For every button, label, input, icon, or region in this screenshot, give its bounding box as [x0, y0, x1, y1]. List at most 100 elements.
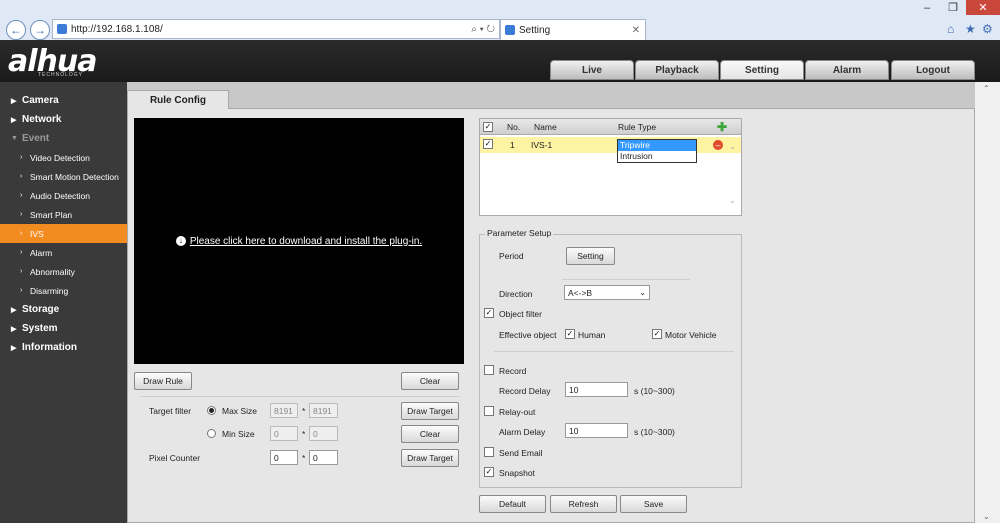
table-scroll-down-icon[interactable]: ⌄ [729, 196, 736, 205]
relay-out-checkbox[interactable] [484, 406, 494, 416]
default-button[interactable]: Default [479, 495, 546, 513]
chevron-right-icon: › [20, 230, 23, 237]
nav-live[interactable]: Live [550, 60, 634, 80]
sidebar: ▶ Camera ▶ Network ▼ Event › Video Detection… [0, 82, 127, 523]
sidebar-item-alarm[interactable]: › Alarm [0, 243, 127, 262]
direction-value: A<->B [568, 287, 593, 298]
motor-vehicle-label: Motor Vehicle [665, 330, 717, 340]
draw-rule-button[interactable]: Draw Rule [134, 372, 192, 390]
tab-rule-config[interactable]: Rule Config [127, 90, 229, 109]
period-label: Period [499, 251, 524, 261]
col-rule-type: Rule Type [618, 122, 657, 132]
sidebar-item-information[interactable]: ▶ Information [0, 338, 127, 357]
nav-alarm[interactable]: Alarm [805, 60, 889, 80]
chevron-right-icon: › [20, 249, 23, 256]
forward-button[interactable]: → [30, 20, 50, 40]
scroll-down-icon[interactable]: ⌄ [983, 512, 990, 521]
max-size-radio[interactable] [207, 406, 216, 415]
draw-target-button[interactable]: Draw Target [401, 402, 459, 420]
chevron-right-icon: › [20, 268, 23, 275]
option-tripwire[interactable]: Tripwire [618, 140, 696, 151]
browser-tab[interactable]: Setting ✕ [500, 19, 646, 40]
relay-out-label: Relay-out [499, 407, 536, 417]
chevron-right-icon: › [20, 211, 23, 218]
delete-rule-icon[interactable]: – [713, 140, 723, 150]
motor-vehicle-checkbox[interactable]: ✓ [652, 329, 662, 339]
send-email-checkbox[interactable] [484, 447, 494, 457]
table-scroll-up-icon[interactable]: ⌃ [729, 146, 736, 155]
send-email-label: Send Email [499, 448, 543, 458]
tools-icon[interactable]: ⚙ [982, 22, 993, 36]
period-setting-button[interactable]: Setting [566, 247, 615, 265]
tab-close-icon[interactable]: ✕ [632, 25, 640, 36]
page-scrollbar[interactable]: ⌃ ⌄ [975, 82, 1000, 523]
select-all-checkbox[interactable]: ✓ [483, 122, 493, 132]
nav-logout[interactable]: Logout [891, 60, 975, 80]
table-row[interactable]: ✓ 1 IVS-1 – [480, 137, 741, 153]
record-delay-range: s (10~300) [634, 386, 675, 396]
option-intrusion[interactable]: Intrusion [618, 151, 696, 162]
row-checkbox[interactable]: ✓ [483, 139, 493, 149]
direction-select[interactable]: A<->B ⌄ [564, 285, 650, 300]
close-window-button[interactable]: ✕ [966, 0, 1000, 15]
alarm-delay-input[interactable]: 10 [565, 423, 628, 438]
home-icon[interactable]: ⌂ [947, 22, 954, 36]
address-url: http://192.168.1.108/ [71, 23, 163, 35]
sidebar-item-camera[interactable]: ▶ Camera [0, 91, 127, 110]
sidebar-item-system[interactable]: ▶ System [0, 319, 127, 338]
divider [494, 351, 734, 352]
row-no: 1 [510, 140, 515, 150]
chevron-right-icon: › [20, 154, 23, 161]
pixel-width-input[interactable]: 0 [270, 450, 298, 465]
scroll-up-icon[interactable]: ⌃ [983, 84, 990, 93]
pixel-height-input[interactable]: 0 [309, 450, 338, 465]
max-height-input[interactable]: 8191 [309, 403, 338, 418]
restore-button[interactable]: ❐ [940, 0, 966, 15]
refresh-button[interactable]: Refresh [550, 495, 617, 513]
back-button[interactable]: ← [6, 20, 26, 40]
favorites-icon[interactable]: ★ [965, 22, 976, 36]
rule-type-dropdown[interactable]: Tripwire Intrusion [617, 139, 697, 163]
back-arrow-icon: ← [10, 23, 22, 37]
record-delay-input[interactable]: 10 [565, 382, 628, 397]
nav-playback[interactable]: Playback [635, 60, 719, 80]
draw-target-button-2[interactable]: Draw Target [401, 449, 459, 467]
min-width-input[interactable]: 0 [270, 426, 298, 441]
sidebar-item-audio-detection[interactable]: › Audio Detection [0, 186, 127, 205]
sidebar-item-video-detection[interactable]: › Video Detection [0, 148, 127, 167]
sidebar-item-network[interactable]: ▶ Network [0, 110, 127, 129]
min-height-input[interactable]: 0 [309, 426, 338, 441]
clear-rule-button[interactable]: Clear [401, 372, 459, 390]
sidebar-item-event[interactable]: ▼ Event [0, 129, 127, 148]
caret-right-icon: ▶ [11, 325, 17, 333]
max-size-label: Max Size [222, 406, 257, 416]
sidebar-item-smart-motion[interactable]: › Smart Motion Detection [0, 167, 127, 186]
object-filter-checkbox[interactable]: ✓ [484, 308, 494, 318]
minimize-button[interactable]: – [914, 0, 940, 15]
sidebar-item-ivs[interactable]: › IVS [0, 224, 127, 243]
max-width-input[interactable]: 8191 [270, 403, 298, 418]
col-no: No. [507, 122, 521, 132]
parameter-setup-legend: Parameter Setup [485, 228, 554, 238]
clear-target-button[interactable]: Clear [401, 425, 459, 443]
snapshot-checkbox[interactable]: ✓ [484, 467, 494, 477]
plugin-download-link[interactable]: ↓ Please click here to download and inst… [175, 236, 422, 247]
caret-right-icon: ▶ [11, 306, 17, 314]
address-bar[interactable]: http://192.168.1.108/ ⌕ ▾ ↻ [52, 19, 500, 39]
record-checkbox[interactable] [484, 365, 494, 375]
min-size-radio[interactable] [207, 429, 216, 438]
record-delay-label: Record Delay [499, 386, 551, 396]
save-button[interactable]: Save [620, 495, 687, 513]
tab-favicon [505, 25, 515, 35]
target-filter-label: Target filter [149, 406, 192, 416]
sidebar-item-abnormality[interactable]: › Abnormality [0, 262, 127, 281]
add-rule-icon[interactable]: ✚ [717, 120, 727, 134]
human-checkbox[interactable]: ✓ [565, 329, 575, 339]
nav-setting[interactable]: Setting [720, 60, 804, 80]
sidebar-item-storage[interactable]: ▶ Storage [0, 300, 127, 319]
search-refresh-icon[interactable]: ⌕ ▾ ↻ [471, 24, 495, 35]
sidebar-item-smart-plan[interactable]: › Smart Plan [0, 205, 127, 224]
sidebar-item-disarming[interactable]: › Disarming [0, 281, 127, 300]
row-name: IVS-1 [531, 140, 553, 150]
video-preview[interactable]: ↓ Please click here to download and inst… [134, 118, 464, 364]
